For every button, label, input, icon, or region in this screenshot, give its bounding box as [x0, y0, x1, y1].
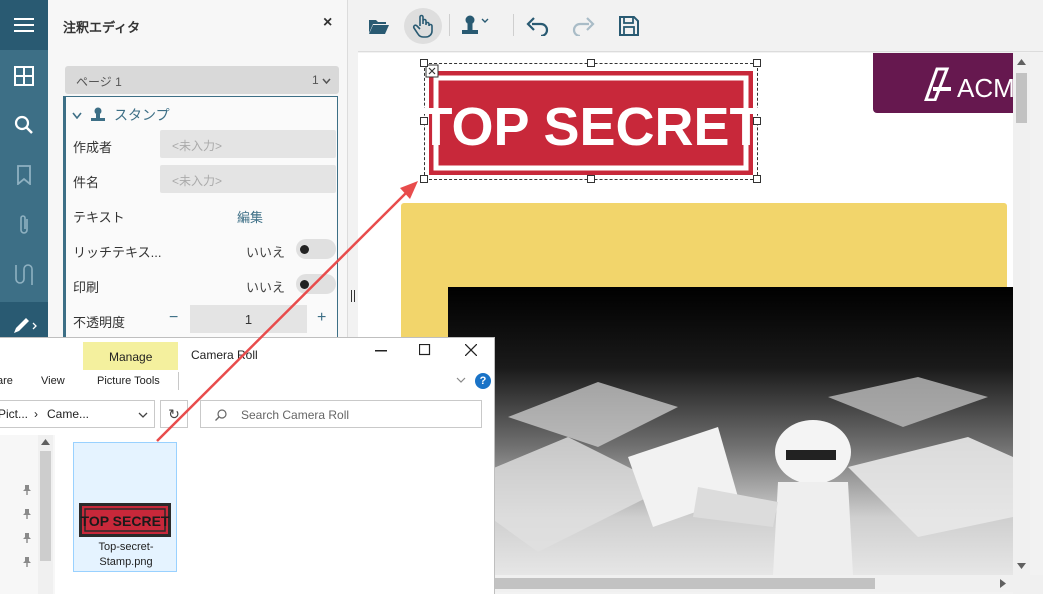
drag-arrow	[156, 181, 418, 442]
